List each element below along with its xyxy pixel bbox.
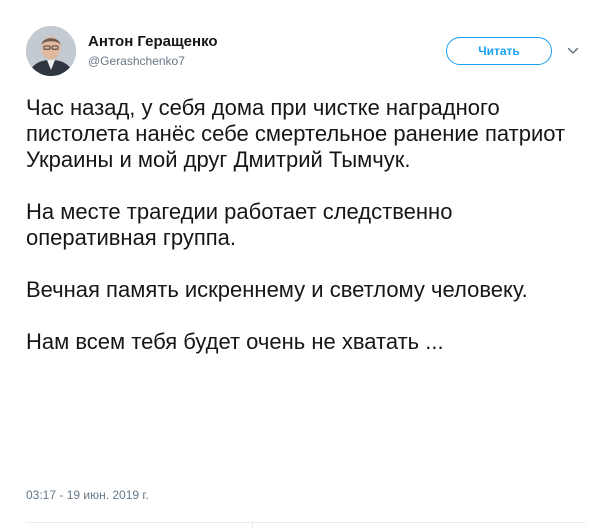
user-handle[interactable]: @Gerashchenko7 [88, 54, 185, 68]
avatar[interactable] [26, 26, 76, 76]
tweet-paragraph: На месте трагедии работает следственно о… [26, 199, 453, 250]
tweet-text: Час назад, у себя дома при чистке наград… [26, 95, 586, 381]
user-display-name[interactable]: Антон Геращенко [88, 33, 218, 50]
avatar-image [26, 26, 76, 76]
divider-tick [252, 522, 253, 528]
tweet-timestamp[interactable]: 03:17 - 19 июн. 2019 г. [26, 488, 149, 502]
follow-button[interactable]: Читать [446, 37, 552, 65]
tweet-card: Антон Геращенко @Gerashchenko7 Читать Ча… [0, 0, 604, 528]
tweet-paragraph: Нам всем тебя будет очень не хватать ... [26, 329, 444, 354]
tweet-paragraph: Час назад, у себя дома при чистке наград… [26, 95, 566, 172]
divider [26, 522, 586, 523]
chevron-down-icon[interactable] [566, 44, 580, 58]
tweet-paragraph: Вечная память искреннему и светлому чело… [26, 277, 528, 302]
